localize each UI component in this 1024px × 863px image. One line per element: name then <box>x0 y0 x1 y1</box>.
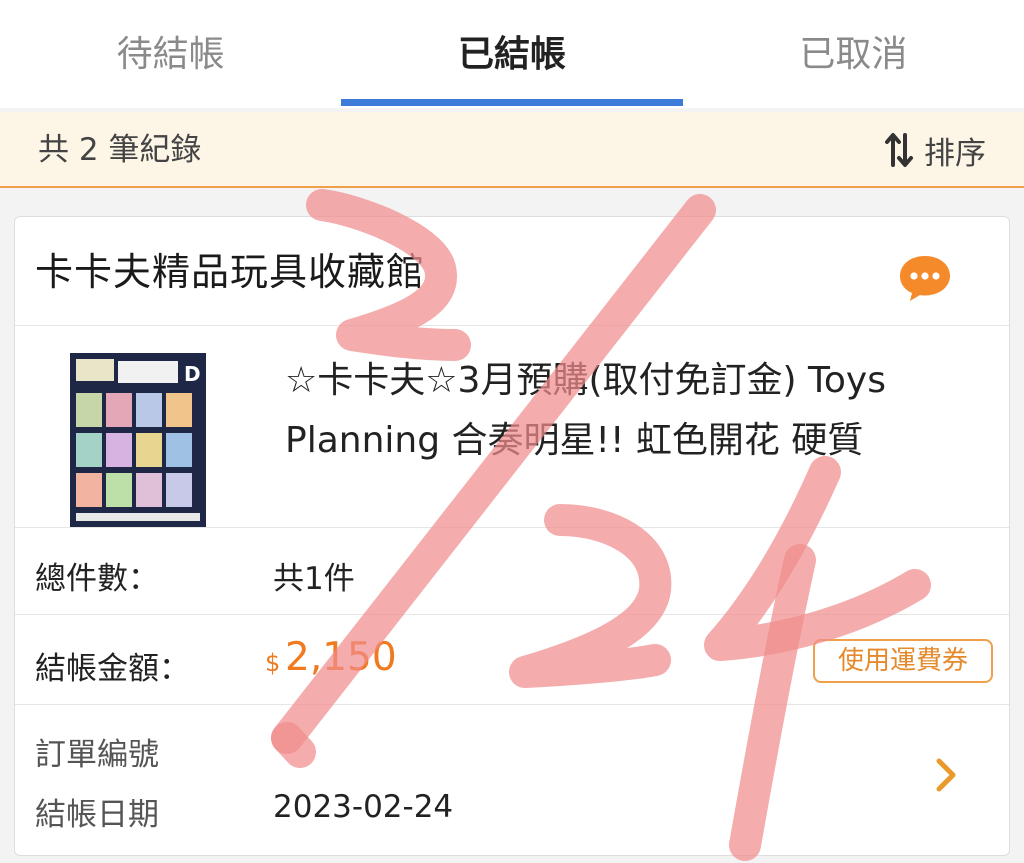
order-card[interactable]: 卡卡夫精品玩具收藏館 D ☆卡卡夫☆3月預購(取付免訂金) Toys Plann… <box>14 216 1010 856</box>
sort-label: 排序 <box>924 135 986 172</box>
checkout-date-label: 結帳日期 <box>35 797 159 833</box>
shop-header: 卡卡夫精品玩具收藏館 <box>15 217 1009 326</box>
record-count: 共 2 筆紀錄 <box>38 132 202 168</box>
tab-paid[interactable]: 已結帳 <box>341 0 682 108</box>
total-items-value: 共1件 <box>273 561 355 597</box>
status-tabs: 待結帳 已結帳 已取消 <box>0 0 1024 108</box>
amount-currency: $ <box>265 649 281 677</box>
sort-icon <box>885 133 913 167</box>
chevron-right-icon[interactable] <box>933 755 959 795</box>
amount-row: 結帳金額： $ 2,150 使用運費券 <box>15 615 1009 705</box>
svg-text:D: D <box>184 362 201 386</box>
amount-label: 結帳金額： <box>35 651 190 687</box>
order-number-label: 訂單編號 <box>35 737 159 773</box>
tab-cancelled[interactable]: 已取消 <box>683 0 1024 108</box>
product-thumbnail: D <box>70 353 206 527</box>
amount-value: 2,150 <box>285 635 397 680</box>
order-details-row[interactable]: 訂單編號 結帳日期 2023-02-24 <box>15 705 1009 855</box>
tab-pending[interactable]: 待結帳 <box>0 0 341 108</box>
shop-name[interactable]: 卡卡夫精品玩具收藏館 <box>35 217 425 327</box>
shipping-coupon-button[interactable]: 使用運費券 <box>813 639 993 683</box>
product-row[interactable]: D ☆卡卡夫☆3月預購(取付免訂金) Toys Planning 合奏明星!! … <box>15 325 1009 528</box>
checkout-date-value: 2023-02-24 <box>273 789 454 825</box>
total-items-label: 總件數： <box>35 561 159 597</box>
total-items-row: 總件數： 共1件 <box>15 527 1009 615</box>
chat-icon[interactable] <box>897 253 953 303</box>
product-title: ☆卡卡夫☆3月預購(取付免訂金) Toys Planning 合奏明星!! 虹色… <box>285 360 886 461</box>
sort-button[interactable]: 排序 <box>884 112 986 188</box>
records-summary-bar: 共 2 筆紀錄 排序 <box>0 112 1024 188</box>
active-tab-indicator <box>341 99 683 106</box>
